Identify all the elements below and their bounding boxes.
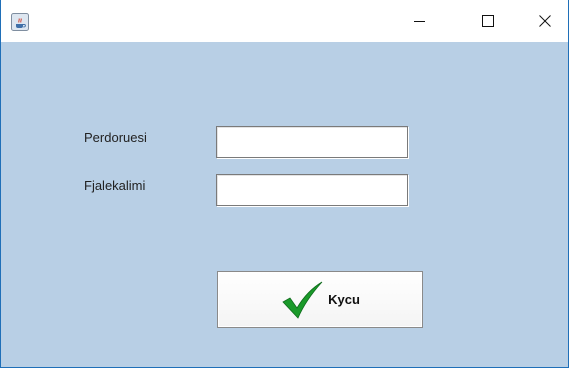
maximize-icon <box>482 15 494 27</box>
login-button-label: Kycu <box>328 292 360 307</box>
username-field[interactable] <box>216 126 408 158</box>
minimize-button[interactable] <box>397 0 443 42</box>
minimize-icon <box>414 21 425 22</box>
close-icon <box>539 15 551 27</box>
login-button[interactable]: Kycu <box>217 271 423 328</box>
java-cup-icon <box>11 13 29 31</box>
checkmark-icon <box>282 281 323 319</box>
maximize-button[interactable] <box>465 0 511 42</box>
title-bar[interactable] <box>1 0 568 42</box>
password-field[interactable] <box>216 174 408 206</box>
login-form-panel: Perdoruesi Fjalekalimi Kycu <box>1 42 568 367</box>
username-label: Perdoruesi <box>84 130 147 145</box>
password-label: Fjalekalimi <box>84 178 146 193</box>
close-button[interactable] <box>522 0 568 42</box>
login-window: Perdoruesi Fjalekalimi Kycu <box>0 0 569 368</box>
